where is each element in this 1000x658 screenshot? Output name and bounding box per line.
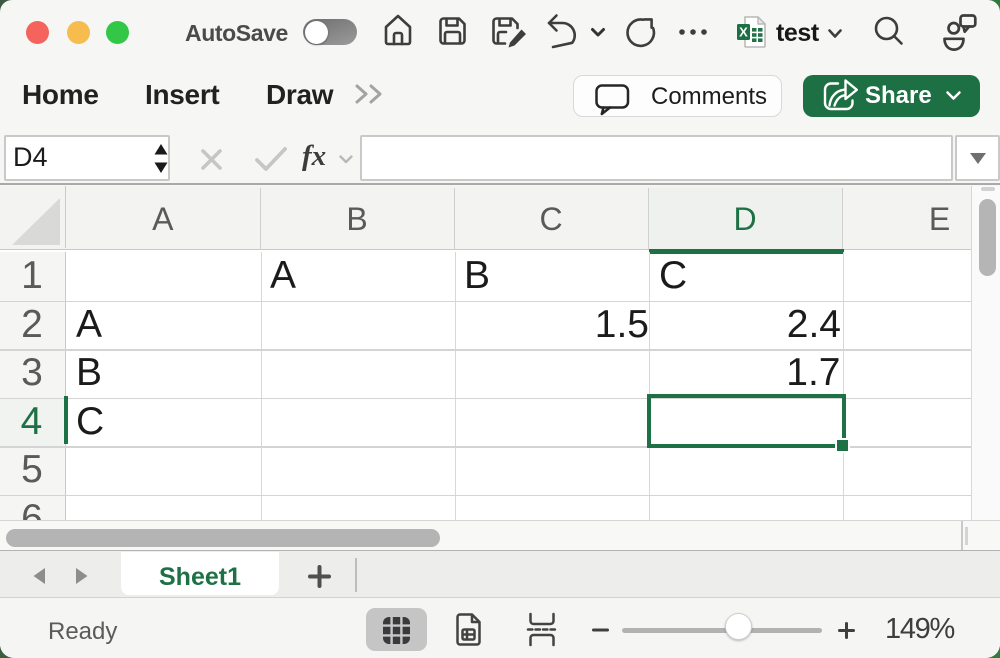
svg-text:X: X [739, 25, 748, 40]
